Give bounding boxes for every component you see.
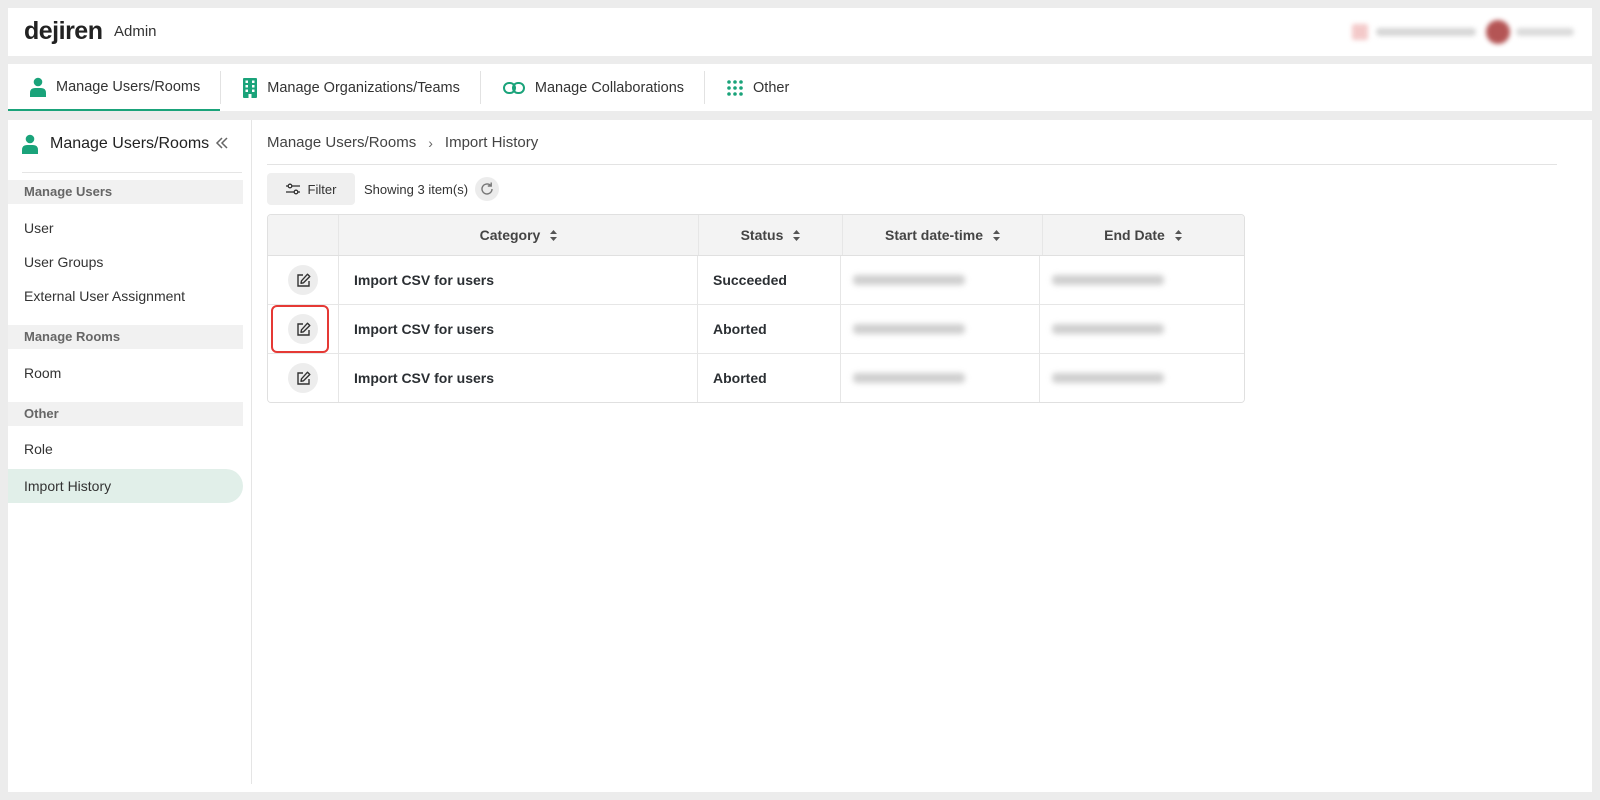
sidebar-header: Manage Users/Rooms (22, 134, 209, 154)
avatar[interactable] (1486, 20, 1510, 44)
grid-icon (727, 79, 743, 96)
sidebar-divider (22, 172, 242, 173)
sort-icon (793, 229, 801, 241)
sidebar-item-import-history[interactable]: Import History (8, 469, 243, 503)
table-row: Import CSV for users Aborted (268, 305, 1244, 354)
cell-status: Aborted (698, 354, 841, 402)
cell-category: Import CSV for users (339, 256, 698, 304)
top-bar: dejiren Admin (8, 8, 1592, 56)
header-end-date[interactable]: End Date (1043, 215, 1243, 255)
user-info-text (1376, 28, 1476, 36)
collapse-sidebar-icon[interactable] (215, 134, 229, 155)
edit-button[interactable] (288, 265, 318, 295)
app-title: Admin (114, 23, 157, 40)
refresh-button[interactable] (475, 177, 500, 201)
cell-status: Aborted (698, 305, 841, 353)
filter-button[interactable]: Filter (267, 173, 355, 205)
breadcrumb: Manage Users/Rooms › Import History (267, 134, 538, 151)
sidebar-title: Manage Users/Rooms (50, 135, 210, 152)
tab-manage-organizations-teams[interactable]: Manage Organizations/Teams (221, 64, 480, 111)
sort-icon (550, 229, 558, 241)
redacted-value (1052, 324, 1164, 334)
tab-label: Other (753, 79, 790, 96)
edit-button[interactable] (288, 363, 318, 393)
breadcrumb-divider (267, 164, 1557, 165)
cell-end-date (1040, 354, 1240, 402)
person-icon (30, 77, 46, 97)
header-actions (268, 215, 339, 255)
tab-manage-collaborations[interactable]: Manage Collaborations (481, 64, 704, 111)
redacted-value (853, 275, 965, 285)
app-logo[interactable]: dejiren (24, 17, 103, 46)
link-icon (502, 81, 525, 95)
user-name (1516, 28, 1574, 36)
chevron-right-icon: › (428, 134, 433, 151)
tab-manage-users-rooms[interactable]: Manage Users/Rooms (8, 64, 221, 111)
edit-icon (296, 371, 311, 386)
redacted-value (853, 373, 965, 383)
import-history-table: Category Status Start date-time End Date (267, 214, 1245, 403)
user-menu[interactable] (1344, 18, 1580, 46)
redacted-value (853, 324, 965, 334)
sidebar-section-manage-rooms: Manage Rooms (8, 325, 243, 349)
cell-category: Import CSV for users (339, 305, 698, 353)
sort-icon (1174, 229, 1182, 241)
redacted-value (1052, 373, 1164, 383)
tab-label: Manage Organizations/Teams (267, 79, 460, 96)
cell-end-date (1040, 305, 1240, 353)
cell-start-date-time (841, 305, 1040, 353)
item-count-text: Showing 3 item(s) (364, 181, 469, 197)
header-label: End Date (1104, 227, 1165, 243)
breadcrumb-current: Import History (444, 134, 539, 151)
edit-icon (296, 273, 311, 288)
header-status[interactable]: Status (699, 215, 843, 255)
toolbar: Filter Showing 3 item(s) (267, 173, 500, 205)
header-label: Status (740, 227, 784, 243)
sort-icon (993, 229, 1001, 241)
sidebar-section-other: Other (8, 402, 243, 426)
table-header: Category Status Start date-time End Date (268, 215, 1244, 256)
table-row: Import CSV for users Succeeded (268, 256, 1244, 305)
row-actions (268, 305, 339, 353)
sidebar: Manage Users/Rooms Manage Users User Use… (8, 120, 252, 784)
filter-label: Filter (307, 181, 337, 197)
breadcrumb-parent[interactable]: Manage Users/Rooms (267, 134, 416, 151)
row-actions (268, 256, 339, 304)
sidebar-item-user[interactable]: User (8, 211, 243, 245)
header-category[interactable]: Category (339, 215, 699, 255)
refresh-icon (479, 181, 495, 197)
sliders-icon (285, 183, 300, 195)
notification-icon[interactable] (1352, 24, 1368, 40)
table-row: Import CSV for users Aborted (268, 354, 1244, 402)
edit-button[interactable] (288, 314, 318, 344)
sidebar-item-room[interactable]: Room (8, 356, 243, 390)
cell-category: Import CSV for users (339, 354, 698, 402)
person-icon (22, 134, 38, 154)
sidebar-section-manage-users: Manage Users (8, 180, 243, 204)
sidebar-item-external-user-assignment[interactable]: External User Assignment (8, 279, 243, 313)
edit-icon (296, 322, 311, 337)
building-icon (243, 77, 258, 98)
sidebar-item-role[interactable]: Role (8, 432, 243, 466)
tab-other[interactable]: Other (705, 64, 809, 111)
header-label: Start date-time (884, 227, 984, 243)
redacted-value (1052, 275, 1164, 285)
header-start-date-time[interactable]: Start date-time (843, 215, 1043, 255)
cell-start-date-time (841, 256, 1040, 304)
main-panel: Manage Users/Rooms Manage Users User Use… (8, 120, 1592, 792)
row-actions (268, 354, 339, 402)
tab-label: Manage Collaborations (534, 79, 685, 96)
cell-status: Succeeded (698, 256, 841, 304)
header-label: Category (479, 227, 541, 243)
cell-start-date-time (841, 354, 1040, 402)
content-area: Manage Users/Rooms › Import History Filt… (267, 120, 1567, 784)
cell-end-date (1040, 256, 1240, 304)
tab-label: Manage Users/Rooms (56, 78, 201, 95)
sidebar-item-user-groups[interactable]: User Groups (8, 245, 243, 279)
main-nav: Manage Users/Rooms Manage Organizations/… (8, 64, 1592, 111)
